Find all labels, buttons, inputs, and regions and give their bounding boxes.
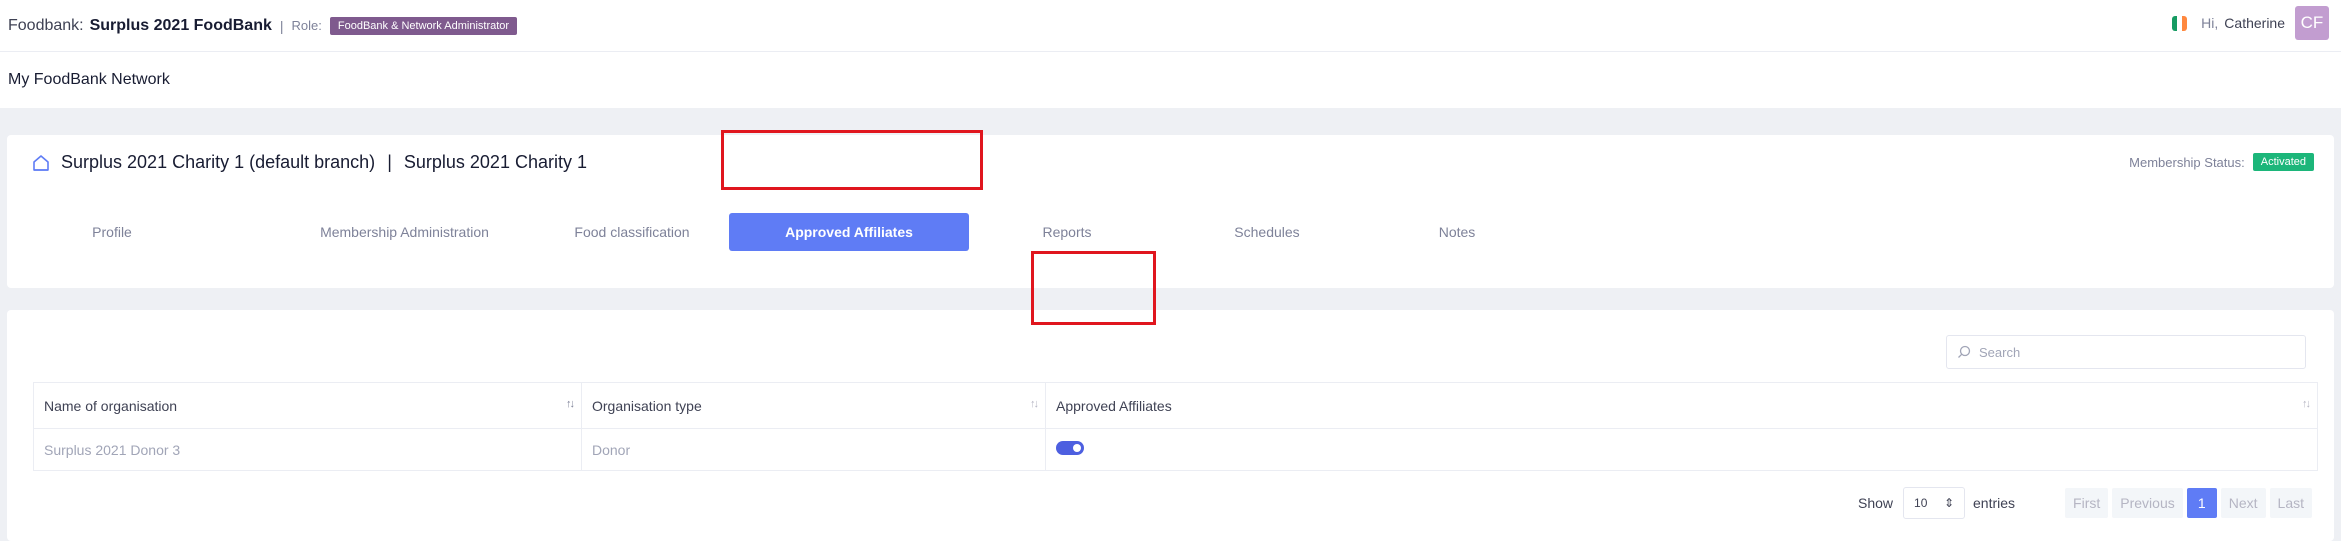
entries-label: entries [1973,495,2016,511]
search-input[interactable] [1979,344,2279,360]
affiliates-table: Name of organisation ↑↓ Organisation typ… [33,382,2318,471]
affiliates-card: Name of organisation ↑↓ Organisation typ… [7,310,2334,541]
role-label: Role: [291,18,322,33]
page-title: My FoodBank Network [8,71,170,88]
toggle-knob [1073,444,1081,452]
table-header-row: Name of organisation ↑↓ Organisation typ… [33,382,2318,429]
cell-organisation-type: Donor [581,428,1046,471]
show-label: Show [1857,495,1894,511]
subheader: My FoodBank Network [0,52,2341,108]
sort-icon[interactable]: ↑↓ [566,398,575,410]
tab-food-classification[interactable]: Food classification [527,213,737,251]
topbar-separator: | [279,17,284,34]
greeting: Hi, [2201,15,2219,31]
column-header-type[interactable]: Organisation type ↑↓ [581,382,1046,429]
charity-name: Surplus 2021 Charity 1 [403,152,587,172]
branch-header: Surplus 2021 Charity 1 (default branch) … [31,152,587,173]
user-name: Catherine [2224,15,2285,31]
first-page-button[interactable]: First [2065,488,2109,518]
role-badge: FoodBank & Network Administrator [329,16,518,35]
avatar[interactable]: CF [2295,6,2329,40]
search-icon [1958,345,1971,358]
membership-status: Membership Status: Activated [2129,153,2314,171]
membership-label: Membership Status: [2129,154,2245,170]
user-menu[interactable]: Hi, Catherine CF [2172,6,2329,40]
top-bar: Foodbank: Surplus 2021 FoodBank | Role: … [0,0,2341,52]
cell-organisation-name: Surplus 2021 Donor 3 [33,428,582,471]
search-box[interactable] [1946,335,2306,369]
ireland-flag-icon[interactable] [2172,15,2188,31]
tab-approved-affiliates[interactable]: Approved Affiliates [729,213,969,251]
last-page-button[interactable]: Last [2269,488,2312,518]
cell-approved [1045,428,2318,471]
tab-reports[interactable]: Reports [1017,213,1117,251]
approved-toggle[interactable] [1056,441,1084,455]
sort-icon[interactable]: ↑↓ [1030,398,1039,410]
foodbank-name: Surplus 2021 FoodBank [89,16,272,34]
branch-name: Surplus 2021 Charity 1 (default branch) [61,152,376,172]
tab-membership-administration[interactable]: Membership Administration [257,213,552,251]
previous-page-button[interactable]: Previous [2112,488,2183,518]
home-icon [33,154,49,171]
status-badge: Activated [2252,153,2314,171]
table-row: Surplus 2021 Donor 3 Donor [33,428,2318,471]
pagination: Show 10 ⇕ entries First Previous 1 Next … [1858,487,2312,519]
branch-separator: | [387,152,392,172]
current-page-button[interactable]: 1 [2186,488,2217,518]
next-page-button[interactable]: Next [2220,488,2266,518]
sort-icon[interactable]: ↑↓ [2302,398,2311,410]
tab-profile[interactable]: Profile [62,213,162,251]
branch-card: Surplus 2021 Charity 1 (default branch) … [7,135,2334,288]
select-arrows-icon: ⇕ [1943,496,1955,510]
tab-schedules[interactable]: Schedules [1207,213,1327,251]
column-header-name[interactable]: Name of organisation ↑↓ [33,382,582,429]
foodbank-label: Foodbank: [8,16,84,34]
tab-bar: Profile Membership Administration Food c… [7,207,2334,267]
column-header-approved[interactable]: Approved Affiliates ↑↓ [1045,382,2318,429]
page-size-select[interactable]: 10 ⇕ [1903,487,1966,519]
tab-notes[interactable]: Notes [1407,213,1507,251]
